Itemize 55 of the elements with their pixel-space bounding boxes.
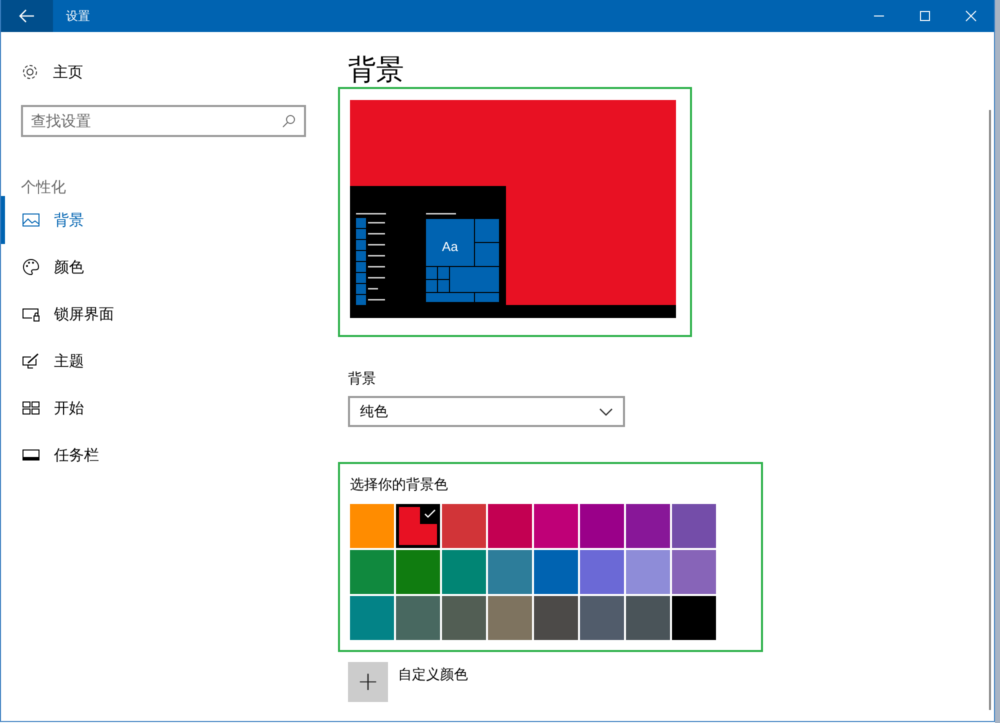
back-button[interactable]	[1, 0, 53, 32]
settings-icon	[21, 63, 39, 81]
background-label: 背景	[347, 370, 377, 388]
color-swatch[interactable]	[672, 596, 716, 640]
window-title: 设置	[66, 8, 90, 24]
taskbar-icon	[22, 447, 40, 463]
color-swatch[interactable]	[442, 550, 486, 594]
color-swatch[interactable]	[350, 550, 394, 594]
section-heading: 个性化	[21, 178, 67, 197]
back-arrow-icon	[19, 9, 35, 23]
nav-item[interactable]: 任务栏	[1, 431, 326, 479]
color-swatch[interactable]	[396, 504, 440, 548]
picture-icon	[22, 212, 40, 228]
custom-color-label: 自定义颜色	[398, 666, 468, 685]
chevron-down-icon	[599, 408, 613, 416]
page-title: 背景	[347, 52, 405, 87]
color-swatch[interactable]	[534, 596, 578, 640]
color-swatch[interactable]	[488, 504, 532, 548]
palette-icon	[22, 258, 40, 276]
color-swatch[interactable]	[488, 550, 532, 594]
tiles-icon	[22, 400, 40, 416]
search-field[interactable]: 查找设置	[21, 105, 306, 137]
desktop-preview-drawing: Aa	[350, 100, 676, 318]
nav-item[interactable]: 开始	[1, 384, 326, 432]
color-swatch[interactable]	[534, 550, 578, 594]
color-picker-label: 选择你的背景色	[350, 476, 449, 495]
color-swatch[interactable]	[580, 550, 624, 594]
color-swatch[interactable]	[442, 504, 486, 548]
lock-screen-icon	[22, 306, 40, 322]
color-swatch[interactable]	[488, 596, 532, 640]
color-swatch[interactable]	[442, 596, 486, 640]
color-swatch[interactable]	[396, 596, 440, 640]
color-swatch[interactable]	[396, 550, 440, 594]
color-swatch[interactable]	[580, 596, 624, 640]
nav-item[interactable]: 锁屏界面	[1, 290, 326, 338]
nav-item[interactable]: 颜色	[1, 243, 326, 291]
home-link[interactable]: 主页	[21, 62, 326, 82]
color-swatch[interactable]	[626, 596, 670, 640]
nav-item[interactable]: 背景	[1, 196, 326, 244]
checkmark-icon	[420, 504, 440, 524]
color-swatch[interactable]	[672, 550, 716, 594]
color-swatch[interactable]	[626, 504, 670, 548]
monitor-pen-icon	[22, 353, 40, 369]
color-swatch[interactable]	[350, 596, 394, 640]
search-icon	[282, 114, 296, 128]
color-swatch[interactable]	[534, 504, 578, 548]
color-swatch[interactable]	[580, 504, 624, 548]
background-dropdown[interactable]: 纯色	[348, 396, 625, 427]
maximize-icon	[919, 10, 931, 22]
color-swatch[interactable]	[672, 504, 716, 548]
add-custom-color-button[interactable]: +	[348, 662, 388, 702]
close-icon	[965, 10, 977, 22]
color-swatch[interactable]	[626, 550, 670, 594]
color-swatch[interactable]	[350, 504, 394, 548]
nav-item[interactable]: 主题	[1, 337, 326, 385]
